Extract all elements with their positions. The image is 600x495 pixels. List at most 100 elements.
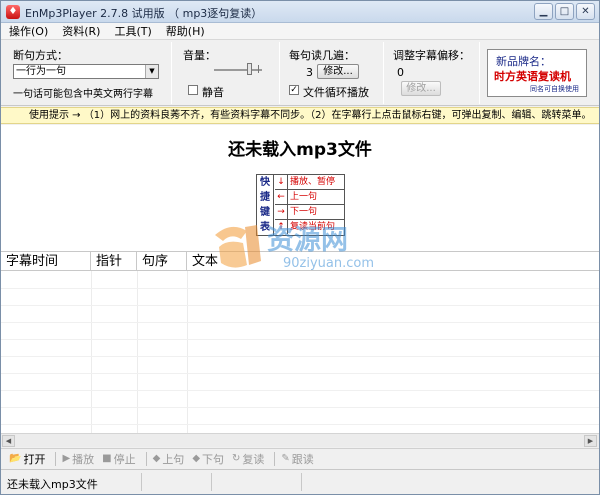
toolbar-divider	[274, 451, 276, 466]
menu-help[interactable]: 帮助(H)	[158, 23, 211, 39]
hotkey-action: 下一句	[290, 207, 318, 217]
row-divider	[1, 339, 599, 340]
scroll-right-icon[interactable]: ▶	[584, 435, 597, 447]
sentence-mode-note: 一句话可能包含中英文两行字幕	[13, 89, 153, 100]
hotkey-row: ← 上一句	[275, 190, 344, 205]
panel-divider	[279, 42, 280, 104]
column-header-order[interactable]: 句序	[137, 252, 187, 271]
microphone-icon: ✎	[281, 453, 290, 464]
sentence-mode-select[interactable]: 一行为一句 ▼	[13, 64, 159, 79]
tips-bar: 使用提示 → （1）网上的资料良莠不齐，有些资料字幕不同步。（2）在字幕行上点击…	[1, 107, 599, 124]
menu-tools[interactable]: 工具(T)	[106, 23, 157, 39]
arrow-up-icon: ↑	[275, 220, 288, 234]
maximize-button[interactable]: □	[555, 3, 574, 20]
subtitle-table-header: 字幕时间 指针 句序 文本	[1, 251, 599, 271]
status-divider	[211, 473, 212, 491]
loop-label: 文件循环播放	[303, 86, 369, 99]
hotkey-label-char: 表	[260, 222, 270, 233]
repeat-button[interactable]: ↻ 复读	[230, 451, 270, 467]
hotkey-table: 快 捷 键 表 ↓ 播放、暂停 ← 上一句 → 下一句 ↑ 复读当前句	[256, 174, 345, 236]
arrow-left-icon: ←	[275, 190, 288, 204]
toolbar-divider	[145, 451, 147, 466]
ad-brand: 时方英语复读机	[494, 70, 571, 83]
window-title: EnMp3Player 2.7.8 试用版 （ mp3逐句复读）	[25, 7, 263, 20]
row-divider	[1, 373, 599, 374]
minimize-button[interactable]: ▁	[534, 3, 553, 20]
volume-slider-thumb[interactable]	[247, 63, 252, 75]
stop-button[interactable]: ■ 停止	[100, 451, 141, 467]
play-icon: ▶	[62, 453, 71, 464]
stop-label: 停止	[113, 452, 136, 466]
status-bar: 还未载入mp3文件	[1, 469, 599, 494]
menu-bar: 操作(O) 资料(R) 工具(T) 帮助(H)	[1, 23, 599, 40]
mute-checkbox[interactable]	[188, 85, 198, 95]
prev-label: 上句	[162, 452, 185, 466]
arrow-right-icon: ◆	[192, 453, 201, 464]
panel-divider	[383, 42, 384, 104]
row-divider	[1, 305, 599, 306]
hotkey-table-label: 快 捷 键 表	[257, 175, 274, 235]
horizontal-scrollbar[interactable]: ◀ ▶	[1, 433, 599, 447]
column-divider	[137, 271, 138, 433]
status-divider	[301, 473, 302, 491]
arrow-down-icon: ↓	[275, 175, 288, 189]
column-header-pointer[interactable]: 指针	[91, 252, 137, 271]
ad-hint: 同名可自换使用	[530, 85, 579, 93]
prev-sentence-button[interactable]: ◆ 上句	[151, 451, 191, 467]
play-label: 播放	[72, 452, 95, 466]
row-divider	[1, 424, 599, 425]
scroll-left-icon[interactable]: ◀	[2, 435, 15, 447]
hotkey-row: → 下一句	[275, 205, 344, 220]
hotkey-label-char: 捷	[260, 192, 270, 203]
panel-divider	[479, 42, 480, 104]
toolbar-divider	[55, 451, 57, 466]
row-divider	[1, 322, 599, 323]
hotkey-row: ↓ 播放、暂停	[275, 175, 344, 190]
offset-value: 0	[397, 66, 404, 79]
status-divider	[141, 473, 142, 491]
play-button[interactable]: ▶ 播放	[60, 451, 100, 467]
next-sentence-button[interactable]: ◆ 下句	[190, 451, 230, 467]
column-header-time[interactable]: 字幕时间	[1, 252, 91, 271]
volume-slider-tick	[258, 65, 259, 73]
menu-resource[interactable]: 资料(R)	[54, 23, 106, 39]
main-title: 还未载入mp3文件	[228, 140, 372, 160]
offset-modify-button[interactable]: 修改...	[401, 81, 441, 96]
open-button[interactable]: 📂 打开	[7, 451, 51, 467]
hotkey-label-char: 键	[260, 207, 270, 218]
hotkey-action: 播放、暂停	[290, 177, 336, 187]
mute-label: 静音	[202, 86, 224, 99]
row-divider	[1, 407, 599, 408]
menu-operate[interactable]: 操作(O)	[1, 23, 54, 39]
volume-slider-track[interactable]	[214, 69, 262, 71]
repeat-modify-button[interactable]: 修改...	[317, 64, 359, 79]
lyrics-display[interactable]: 还未载入mp3文件 快 捷 键 表 ↓ 播放、暂停 ← 上一句 → 下一句 ↑ 复读当前…	[1, 125, 599, 251]
offset-label: 调整字幕偏移：	[393, 49, 470, 62]
hotkey-action: 复读当前句	[290, 222, 336, 232]
title-bar[interactable]: ♦ EnMp3Player 2.7.8 试用版 （ mp3逐句复读） ▁ □ ✕	[1, 1, 599, 23]
brand-ad-box[interactable]: 新品牌名： 时方英语复读机 同名可自换使用	[487, 49, 587, 97]
chevron-down-icon: ▼	[145, 65, 158, 78]
stop-icon: ■	[102, 453, 112, 464]
app-logo-icon: ♦	[6, 5, 20, 19]
close-button[interactable]: ✕	[576, 3, 595, 20]
app-window: ♦ EnMp3Player 2.7.8 试用版 （ mp3逐句复读） ▁ □ ✕…	[0, 0, 600, 495]
follow-read-button[interactable]: ✎ 跟读	[279, 451, 319, 467]
arrow-left-icon: ◆	[152, 453, 161, 464]
sentence-mode-label: 断句方式：	[13, 49, 68, 62]
repeat-label: 复读	[242, 452, 265, 466]
hotkey-label-char: 快	[260, 177, 270, 188]
column-header-text[interactable]: 文本	[187, 252, 599, 271]
next-label: 下句	[202, 452, 225, 466]
repeat-icon: ↻	[232, 453, 241, 464]
row-divider	[1, 356, 599, 357]
follow-label: 跟读	[291, 452, 314, 466]
subtitle-table-body[interactable]	[1, 271, 599, 433]
hotkey-action: 上一句	[290, 192, 318, 202]
open-label: 打开	[23, 452, 46, 466]
repeat-count-value: 3	[306, 66, 313, 79]
loop-checkbox[interactable]: ✓	[289, 85, 299, 95]
sentence-mode-value: 一行为一句	[16, 66, 66, 77]
row-divider	[1, 390, 599, 391]
volume-label: 音量：	[183, 49, 216, 62]
